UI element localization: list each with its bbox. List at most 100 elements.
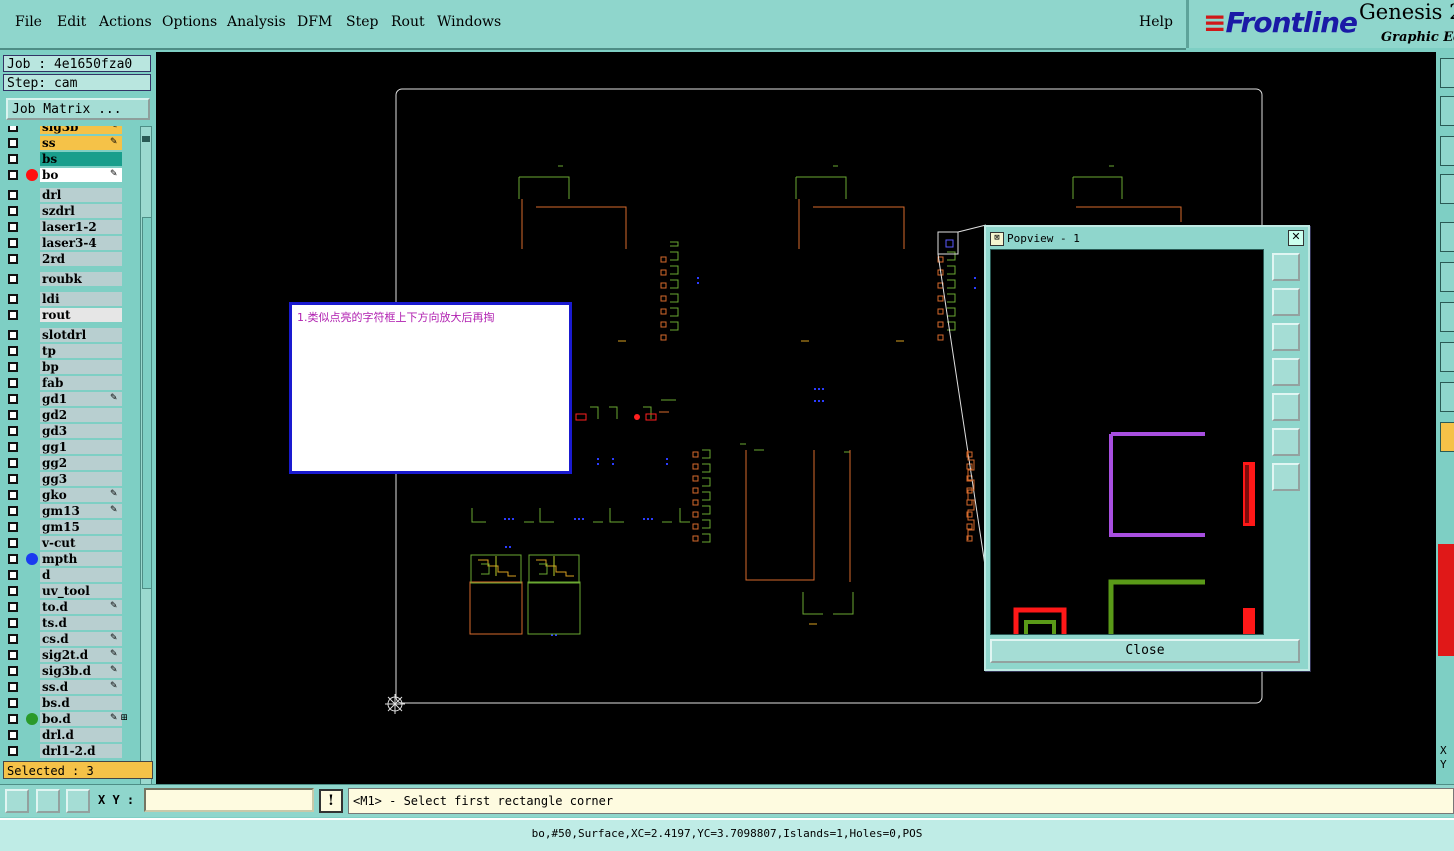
select-rect-icon[interactable] bbox=[5, 789, 29, 813]
menu-help[interactable]: Help bbox=[1139, 14, 1173, 30]
layer-row[interactable]: tp bbox=[4, 344, 136, 359]
layer-name[interactable]: ldi bbox=[40, 292, 122, 306]
popview-canvas[interactable] bbox=[990, 249, 1264, 635]
layer-name[interactable]: bs bbox=[40, 152, 122, 166]
select-line-icon[interactable] bbox=[36, 789, 60, 813]
layer-name[interactable]: v-cut bbox=[40, 536, 122, 550]
layer-row[interactable]: ts.d bbox=[4, 616, 136, 631]
layer-checkbox[interactable] bbox=[8, 254, 18, 264]
layer-checkbox[interactable] bbox=[8, 666, 18, 676]
layer-row[interactable]: sig2t.d ✎ bbox=[4, 648, 136, 663]
layer-name[interactable]: bp bbox=[40, 360, 122, 374]
layer-row[interactable]: sig3b ✎ bbox=[4, 126, 136, 135]
layer-row[interactable]: ldi bbox=[4, 292, 136, 307]
layer-checkbox[interactable] bbox=[8, 474, 18, 484]
layer-name[interactable]: drl.d bbox=[40, 728, 122, 742]
layer-row[interactable]: cs.d ✎ bbox=[4, 632, 136, 647]
popview-fit-icon[interactable] bbox=[1272, 428, 1300, 456]
layer-checkbox[interactable] bbox=[8, 586, 18, 596]
measure-tool[interactable] bbox=[1440, 222, 1454, 252]
layer-checkbox[interactable] bbox=[8, 378, 18, 388]
layer-row[interactable]: slotdrl bbox=[4, 328, 136, 343]
layer-checkbox[interactable] bbox=[8, 394, 18, 404]
layer-checkbox[interactable] bbox=[8, 538, 18, 548]
layer-name[interactable]: drl bbox=[40, 188, 122, 202]
layer-row[interactable]: laser1-2 bbox=[4, 220, 136, 235]
layer-checkbox[interactable] bbox=[8, 442, 18, 452]
layer-checkbox[interactable] bbox=[8, 222, 18, 232]
layer-row[interactable]: gm13 ✎ bbox=[4, 504, 136, 519]
layer-name[interactable]: gm15 bbox=[40, 520, 122, 534]
layer-row[interactable]: szdrl bbox=[4, 204, 136, 219]
layer-checkbox[interactable] bbox=[8, 602, 18, 612]
layer-checkbox[interactable] bbox=[8, 698, 18, 708]
layer-name[interactable]: gg1 bbox=[40, 440, 122, 454]
flip-tool[interactable] bbox=[1440, 302, 1454, 332]
rotate-tool[interactable] bbox=[1440, 382, 1454, 412]
layer-name[interactable]: laser3-4 bbox=[40, 236, 122, 250]
layer-row[interactable]: bs bbox=[4, 152, 136, 167]
popview-zoom-icon[interactable] bbox=[1272, 253, 1300, 281]
layer-checkbox[interactable] bbox=[8, 346, 18, 356]
layer-name[interactable]: 2rd bbox=[40, 252, 122, 266]
layer-row[interactable]: drl1-2.d bbox=[4, 744, 136, 759]
layer-checkbox[interactable] bbox=[8, 170, 18, 180]
menu-edit[interactable]: Edit bbox=[57, 14, 86, 30]
layer-checkbox[interactable] bbox=[8, 190, 18, 200]
layer-name[interactable]: gd2 bbox=[40, 408, 122, 422]
layer-name[interactable]: tp bbox=[40, 344, 122, 358]
layer-row[interactable]: rout bbox=[4, 308, 136, 323]
layer-row[interactable]: gd3 bbox=[4, 424, 136, 439]
menu-options[interactable]: Options bbox=[162, 14, 217, 30]
zoom-in-tool[interactable] bbox=[1440, 58, 1454, 88]
popview-center-icon[interactable] bbox=[1272, 463, 1300, 491]
layer-row[interactable]: gg2 bbox=[4, 456, 136, 471]
layer-checkbox[interactable] bbox=[8, 154, 18, 164]
highlight-tool[interactable] bbox=[1440, 422, 1454, 452]
layer-row[interactable]: gd1 ✎ bbox=[4, 392, 136, 407]
layer-row[interactable]: fab bbox=[4, 376, 136, 391]
layer-checkbox[interactable] bbox=[8, 126, 18, 132]
layer-checkbox[interactable] bbox=[8, 682, 18, 692]
layer-name[interactable]: roubk bbox=[40, 272, 122, 286]
layer-row[interactable]: sig3b.d ✎ bbox=[4, 664, 136, 679]
layer-row[interactable]: bp bbox=[4, 360, 136, 375]
layer-name[interactable]: drl1-2.d bbox=[40, 744, 122, 758]
layer-name[interactable]: szdrl bbox=[40, 204, 122, 218]
zoom-out-tool[interactable] bbox=[1440, 136, 1454, 166]
layer-row[interactable]: 2rd bbox=[4, 252, 136, 267]
popview-down-icon[interactable] bbox=[1272, 323, 1300, 351]
layer-checkbox[interactable] bbox=[8, 730, 18, 740]
scroll-thumb[interactable] bbox=[142, 217, 152, 589]
layer-row[interactable]: ss.d ✎ bbox=[4, 680, 136, 695]
layer-row[interactable]: gd2 bbox=[4, 408, 136, 423]
layer-checkbox[interactable] bbox=[8, 410, 18, 420]
layer-row[interactable]: gm15 bbox=[4, 520, 136, 535]
pan-tool[interactable] bbox=[1440, 96, 1454, 126]
layer-checkbox[interactable] bbox=[8, 650, 18, 660]
menu-analysis[interactable]: Analysis bbox=[227, 14, 286, 30]
layer-checkbox[interactable] bbox=[8, 634, 18, 644]
mirror-tool[interactable] bbox=[1440, 342, 1454, 372]
popview-close-button[interactable]: Close bbox=[990, 639, 1300, 663]
layer-row[interactable]: v-cut bbox=[4, 536, 136, 551]
layer-checkbox[interactable] bbox=[8, 746, 18, 756]
layer-row[interactable]: bo.d ✎ ⊞ bbox=[4, 712, 136, 727]
layer-checkbox[interactable] bbox=[8, 330, 18, 340]
layer-checkbox[interactable] bbox=[8, 522, 18, 532]
scroll-up-arrow[interactable] bbox=[142, 128, 150, 142]
menu-actions[interactable]: Actions bbox=[99, 14, 152, 30]
layer-name[interactable]: rout bbox=[40, 308, 122, 322]
layer-name[interactable]: mpth bbox=[40, 552, 122, 566]
layer-row[interactable]: laser3-4 bbox=[4, 236, 136, 251]
layer-row[interactable]: gg3 bbox=[4, 472, 136, 487]
layer-row[interactable]: d bbox=[4, 568, 136, 583]
layer-checkbox[interactable] bbox=[8, 570, 18, 580]
job-matrix-button[interactable]: Job Matrix ... bbox=[6, 98, 150, 120]
layer-name[interactable]: gg3 bbox=[40, 472, 122, 486]
layer-row[interactable]: uv_tool bbox=[4, 584, 136, 599]
menu-file[interactable]: File bbox=[15, 14, 42, 30]
warning-button[interactable]: ! bbox=[319, 789, 343, 813]
layer-row[interactable]: roubk bbox=[4, 272, 136, 287]
popview-up-icon[interactable] bbox=[1272, 288, 1300, 316]
